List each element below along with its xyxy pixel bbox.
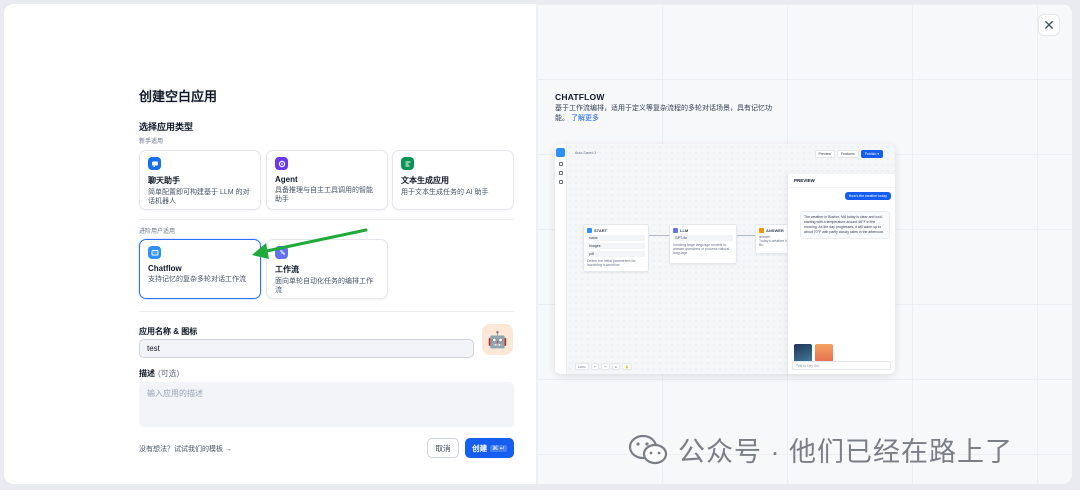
create-button[interactable]: 创建 ⌘ ↵ bbox=[465, 438, 514, 458]
divider bbox=[139, 311, 514, 312]
app-type-card-chatbot[interactable]: 聊天助手 简单配置即可构建基于 LLM 的对话机器人 bbox=[139, 150, 261, 210]
card-description: 具备推理与自主工具调用的智能助手 bbox=[275, 187, 373, 203]
card-title: 聊天助手 bbox=[148, 176, 180, 185]
preview-chat-panel: PREVIEW How's the weather today The weat… bbox=[787, 174, 895, 374]
card-title: 工作流 bbox=[275, 265, 299, 274]
node-desc: Define the initial parameters for launch… bbox=[587, 259, 636, 267]
app-type-card-agent[interactable]: Agent 具备推理与自主工具调用的智能助手 bbox=[266, 150, 388, 210]
create-app-modal: 创建空白应用 选择应用类型 新手适用 聊天助手 简单配置即可构建基于 LLM 的… bbox=[4, 4, 1072, 484]
node-header: START bbox=[587, 228, 645, 233]
advanced-group-label: 进阶用户适用 bbox=[139, 229, 176, 235]
node-title: START bbox=[594, 228, 608, 233]
try-templates-link[interactable]: 没有想法？试试我们的模板 → bbox=[139, 444, 232, 454]
llm-node-icon bbox=[673, 228, 678, 233]
text-generator-icon bbox=[401, 157, 414, 170]
beginner-group-label: 新手适用 bbox=[139, 139, 164, 145]
start-node-icon bbox=[587, 228, 592, 233]
rail-icon bbox=[558, 162, 563, 166]
page-title: 创建空白应用 bbox=[139, 89, 218, 104]
node-var: GPT-4o bbox=[673, 235, 733, 241]
node-var: name bbox=[587, 235, 645, 241]
rail-icon bbox=[558, 171, 563, 175]
chatflow-icon bbox=[148, 246, 161, 259]
watermark: 公众号 · 他们已经在路上了 bbox=[628, 430, 1013, 469]
create-button-label: 创建 bbox=[472, 443, 488, 453]
preview-title: CHATFLOW bbox=[555, 92, 605, 102]
app-type-card-workflow[interactable]: 工作流 面向单轮自动化任务的编排工作流 bbox=[266, 239, 388, 299]
preview-toolbar-button: Preview bbox=[814, 150, 835, 158]
close-button[interactable]: ✕ bbox=[1038, 14, 1060, 36]
preview-publish-button: Publish ▾ bbox=[860, 150, 883, 158]
chat-bot-icon bbox=[148, 157, 161, 170]
app-type-card-chatflow[interactable]: Chatflow 支持记忆的复杂多轮对话工作流 bbox=[139, 239, 261, 299]
pointer-icon: ➤ bbox=[611, 363, 621, 370]
preview-toolbar: Preview Features Publish ▾ bbox=[814, 150, 883, 158]
preview-sidebar bbox=[555, 144, 567, 374]
edge bbox=[649, 235, 669, 236]
shortcut-hint: ⌘ ↵ bbox=[490, 444, 507, 452]
chat-panel-title: PREVIEW bbox=[788, 174, 895, 188]
attached-image bbox=[794, 344, 812, 362]
create-app-form: 创建空白应用 选择应用类型 新手适用 聊天助手 简单配置即可构建基于 LLM 的… bbox=[4, 4, 536, 484]
description-label: 描述 (可选) bbox=[139, 368, 179, 379]
app-icon-picker[interactable]: 🤖 bbox=[482, 324, 513, 355]
answer-node-icon bbox=[759, 228, 764, 233]
canvas-controls: 100% ↶ ↷ ➤ ✋ bbox=[575, 363, 632, 370]
undo-icon: ↶ bbox=[590, 363, 600, 370]
chat-input: Talk to Dify Bot bbox=[792, 361, 891, 370]
card-title: 文本生成应用 bbox=[401, 176, 449, 185]
preview-app-title: Auto-Saved 3 · bbox=[575, 151, 599, 155]
node-title: ANSWER bbox=[766, 228, 784, 233]
app-type-card-text-generator[interactable]: 文本生成应用 用于文本生成任务的 AI 助手 bbox=[392, 150, 514, 210]
cancel-button[interactable]: 取消 bbox=[427, 438, 459, 458]
optional-hint: (可选) bbox=[158, 369, 180, 378]
node-var: Images bbox=[587, 243, 645, 249]
attached-image bbox=[815, 344, 833, 362]
close-icon: ✕ bbox=[1043, 16, 1055, 33]
rail-icon bbox=[558, 180, 563, 184]
hand-icon: ✋ bbox=[622, 363, 632, 370]
app-type-section-title: 选择应用类型 bbox=[139, 122, 194, 132]
node-desc: Invoking large language models to answer… bbox=[673, 243, 730, 255]
app-logo-icon bbox=[556, 148, 565, 157]
description-label-text: 描述 bbox=[139, 369, 155, 378]
description-input[interactable] bbox=[139, 382, 514, 427]
attached-images bbox=[794, 344, 833, 362]
divider bbox=[139, 219, 514, 220]
learn-more-link[interactable]: 了解更多 bbox=[571, 115, 599, 122]
app-name-input[interactable] bbox=[139, 339, 474, 358]
chatflow-preview-image: Auto-Saved 3 · Preview Features Publish … bbox=[555, 144, 895, 374]
watermark-text: 公众号 · 他们已经在路上了 bbox=[678, 437, 1013, 467]
card-title: Chatflow bbox=[148, 264, 182, 273]
app-type-preview-panel: ✕ CHATFLOW 基于工作流编排，适用于定义等复杂流程的多轮对话场景，具有记… bbox=[536, 4, 1072, 484]
redo-icon: ↷ bbox=[601, 363, 610, 370]
user-message: How's the weather today bbox=[844, 192, 891, 200]
preview-description: 基于工作流编排，适用于定义等复杂流程的多轮对话场景，具有记忆功能。 了解更多 bbox=[555, 104, 775, 124]
app-name-label: 应用名称 & 图标 bbox=[139, 327, 198, 336]
card-description: 支持记忆的复杂多轮对话工作流 bbox=[148, 276, 246, 283]
wechat-icon bbox=[628, 434, 668, 464]
workflow-icon bbox=[275, 246, 288, 259]
node-var: pdf bbox=[587, 251, 645, 257]
edge bbox=[737, 235, 755, 236]
start-node: START name Images pdf Define the initial… bbox=[583, 224, 649, 272]
card-description: 面向单轮自动化任务的编排工作流 bbox=[275, 278, 373, 294]
card-title: Agent bbox=[275, 175, 298, 184]
robot-icon: 🤖 bbox=[487, 331, 508, 349]
preview-toolbar-button: Features bbox=[836, 150, 859, 158]
agent-icon bbox=[275, 157, 288, 170]
zoom-level: 100% bbox=[575, 363, 589, 370]
llm-node: LLM GPT-4o Invoking large language model… bbox=[669, 224, 737, 264]
card-description: 简单配置即可构建基于 LLM 的对话机器人 bbox=[148, 189, 250, 205]
node-header: LLM bbox=[673, 228, 733, 233]
node-title: LLM bbox=[680, 228, 689, 233]
card-description: 用于文本生成任务的 AI 助手 bbox=[401, 189, 489, 196]
bot-message: The weather in Boston, MA today is clear… bbox=[800, 211, 890, 239]
